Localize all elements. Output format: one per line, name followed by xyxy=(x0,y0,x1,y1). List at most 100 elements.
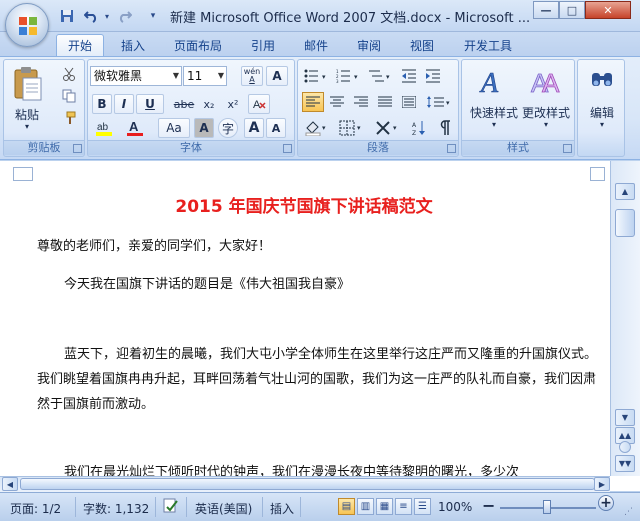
increase-indent-icon[interactable] xyxy=(422,66,444,86)
font-name-combo[interactable]: 微软雅黑 ▼ xyxy=(90,66,182,86)
horizontal-scroll-thumb[interactable] xyxy=(20,478,595,490)
tab-developer[interactable]: 开发工具 xyxy=(455,34,521,56)
horizontal-scrollbar[interactable]: ◀ ▶ xyxy=(0,476,610,492)
save-icon[interactable] xyxy=(58,7,76,25)
line-spacing-icon[interactable]: ▾ xyxy=(424,92,454,112)
borders-icon[interactable]: ▾ xyxy=(336,118,368,138)
minimize-button[interactable]: — xyxy=(533,1,559,19)
scroll-down-icon[interactable]: ▼ xyxy=(615,409,635,426)
paste-icon[interactable] xyxy=(8,64,46,104)
zoom-out-icon[interactable]: − xyxy=(482,496,495,515)
language-indicator[interactable]: 英语(美国) xyxy=(195,500,252,517)
chinese-layout-icon[interactable]: ▾ xyxy=(372,118,404,138)
redo-icon[interactable] xyxy=(116,7,134,25)
underline-button[interactable]: U xyxy=(136,94,164,114)
vertical-scroll-thumb[interactable] xyxy=(615,209,635,237)
scroll-left-icon[interactable]: ◀ xyxy=(2,477,18,491)
shading-icon[interactable]: ▾ xyxy=(302,118,332,138)
document-page[interactable]: 2015 年国庆节国旗下讲话稿范文 尊敬的老师们，亲爱的同学们，大家好！ 今天我… xyxy=(0,161,640,491)
print-layout-view-icon[interactable]: ▤ xyxy=(338,498,355,515)
align-center-icon[interactable] xyxy=(326,92,348,112)
font-launcher-icon[interactable] xyxy=(283,144,292,153)
zoom-slider-thumb[interactable] xyxy=(543,500,551,514)
editing-button[interactable]: 编辑 xyxy=(578,104,626,121)
vertical-scrollbar[interactable]: ▲ ▼ ▲▲ ▼▼ xyxy=(610,161,640,476)
maximize-button[interactable]: □ xyxy=(559,1,585,19)
web-layout-view-icon[interactable]: ▦ xyxy=(376,498,393,515)
zoom-level[interactable]: 100% xyxy=(438,500,472,514)
clipboard-launcher-icon[interactable] xyxy=(73,144,82,153)
office-button[interactable] xyxy=(5,3,49,47)
word-count[interactable]: 字数: 1,132 xyxy=(83,500,149,517)
bullets-icon[interactable]: ▾ xyxy=(302,66,332,86)
distributed-icon[interactable] xyxy=(398,92,420,112)
draft-view-icon[interactable]: ☰ xyxy=(414,498,431,515)
next-page-icon[interactable]: ▼▼ xyxy=(615,455,635,472)
subscript-button[interactable]: x₂ xyxy=(198,94,220,114)
decrease-indent-icon[interactable] xyxy=(398,66,420,86)
shrink-font-button[interactable]: A xyxy=(266,118,286,138)
char-border-button[interactable]: A xyxy=(266,66,288,86)
clear-formatting-icon[interactable]: A xyxy=(248,94,270,114)
numbering-icon[interactable]: 1 2 3 ▾ xyxy=(334,66,364,86)
change-styles-icon[interactable]: AA xyxy=(528,64,564,100)
tab-page-layout[interactable]: 页面布局 xyxy=(165,34,231,56)
multilevel-list-icon[interactable]: ▾ xyxy=(366,66,396,86)
superscript-button[interactable]: x² xyxy=(222,94,244,114)
copy-icon[interactable] xyxy=(58,86,80,106)
change-case-button[interactable]: Aa xyxy=(158,118,190,138)
strikethrough-button[interactable]: abe xyxy=(170,94,198,114)
chevron-down-icon[interactable]: ▼ xyxy=(173,67,179,85)
sort-icon[interactable]: AZ xyxy=(408,118,430,138)
change-styles-dropdown-icon[interactable]: ▾ xyxy=(520,120,572,129)
font-group: 微软雅黑 ▼ 11 ▼ wén A A B I U abe x₂ x² A ab A … xyxy=(87,59,295,157)
resize-grip-icon[interactable]: ⋰ xyxy=(624,507,633,517)
zoom-in-icon[interactable]: + xyxy=(598,495,614,511)
insert-mode[interactable]: 插入 xyxy=(270,500,294,517)
tab-review[interactable]: 审阅 xyxy=(349,34,389,56)
styles-launcher-icon[interactable] xyxy=(563,144,572,153)
tab-home[interactable]: 开始 xyxy=(56,34,104,56)
full-screen-reading-view-icon[interactable]: ▥ xyxy=(357,498,374,515)
enclose-char-button[interactable]: 字 xyxy=(218,118,238,138)
format-painter-icon[interactable] xyxy=(58,108,80,128)
paragraph-launcher-icon[interactable] xyxy=(447,144,456,153)
editing-dropdown-icon[interactable]: ▾ xyxy=(578,120,626,129)
close-button[interactable]: ✕ xyxy=(585,1,631,19)
quick-styles-icon[interactable]: A xyxy=(476,64,512,100)
customize-qat-icon[interactable]: ▾ xyxy=(144,7,162,25)
page-count[interactable]: 页面: 1/2 xyxy=(10,500,61,517)
proofing-icon[interactable] xyxy=(162,498,180,517)
quick-styles-dropdown-icon[interactable]: ▾ xyxy=(468,120,520,129)
scroll-right-icon[interactable]: ▶ xyxy=(594,477,610,491)
font-size-combo[interactable]: 11 ▼ xyxy=(183,66,227,86)
tab-view[interactable]: 视图 xyxy=(402,34,442,56)
ruler-toggle-icon[interactable] xyxy=(590,167,605,181)
change-styles-button[interactable]: 更改样式 xyxy=(520,104,572,121)
browse-object-icon[interactable] xyxy=(619,441,631,453)
font-color-icon[interactable]: A xyxy=(122,118,150,138)
quick-styles-button[interactable]: 快速样式 xyxy=(468,104,520,121)
tab-insert[interactable]: 插入 xyxy=(110,34,156,56)
scroll-up-icon[interactable]: ▲ xyxy=(615,183,635,200)
italic-button[interactable]: I xyxy=(114,94,134,114)
clear-format-button[interactable]: wén A xyxy=(241,66,263,86)
chevron-down-icon[interactable]: ▼ xyxy=(218,67,224,85)
font-size-value: 11 xyxy=(187,69,203,83)
tab-references[interactable]: 引用 xyxy=(243,34,283,56)
justify-icon[interactable] xyxy=(374,92,396,112)
outline-view-icon[interactable]: ≡ xyxy=(395,498,412,515)
highlight-color-icon[interactable]: ab xyxy=(92,118,118,138)
bold-button[interactable]: B xyxy=(92,94,112,114)
show-marks-icon[interactable] xyxy=(434,118,456,138)
align-left-icon[interactable] xyxy=(302,92,324,112)
binoculars-icon[interactable] xyxy=(586,64,618,94)
paste-dropdown-icon[interactable]: ▾ xyxy=(8,122,46,131)
cut-icon[interactable] xyxy=(58,64,80,84)
grow-font-button[interactable]: A xyxy=(244,118,264,138)
tab-mailings[interactable]: 邮件 xyxy=(296,34,336,56)
paste-button[interactable]: 粘贴 xyxy=(8,106,46,123)
char-shading-button[interactable]: A xyxy=(194,118,214,138)
align-right-icon[interactable] xyxy=(350,92,372,112)
undo-dropdown-icon[interactable]: ▾ xyxy=(98,7,116,25)
